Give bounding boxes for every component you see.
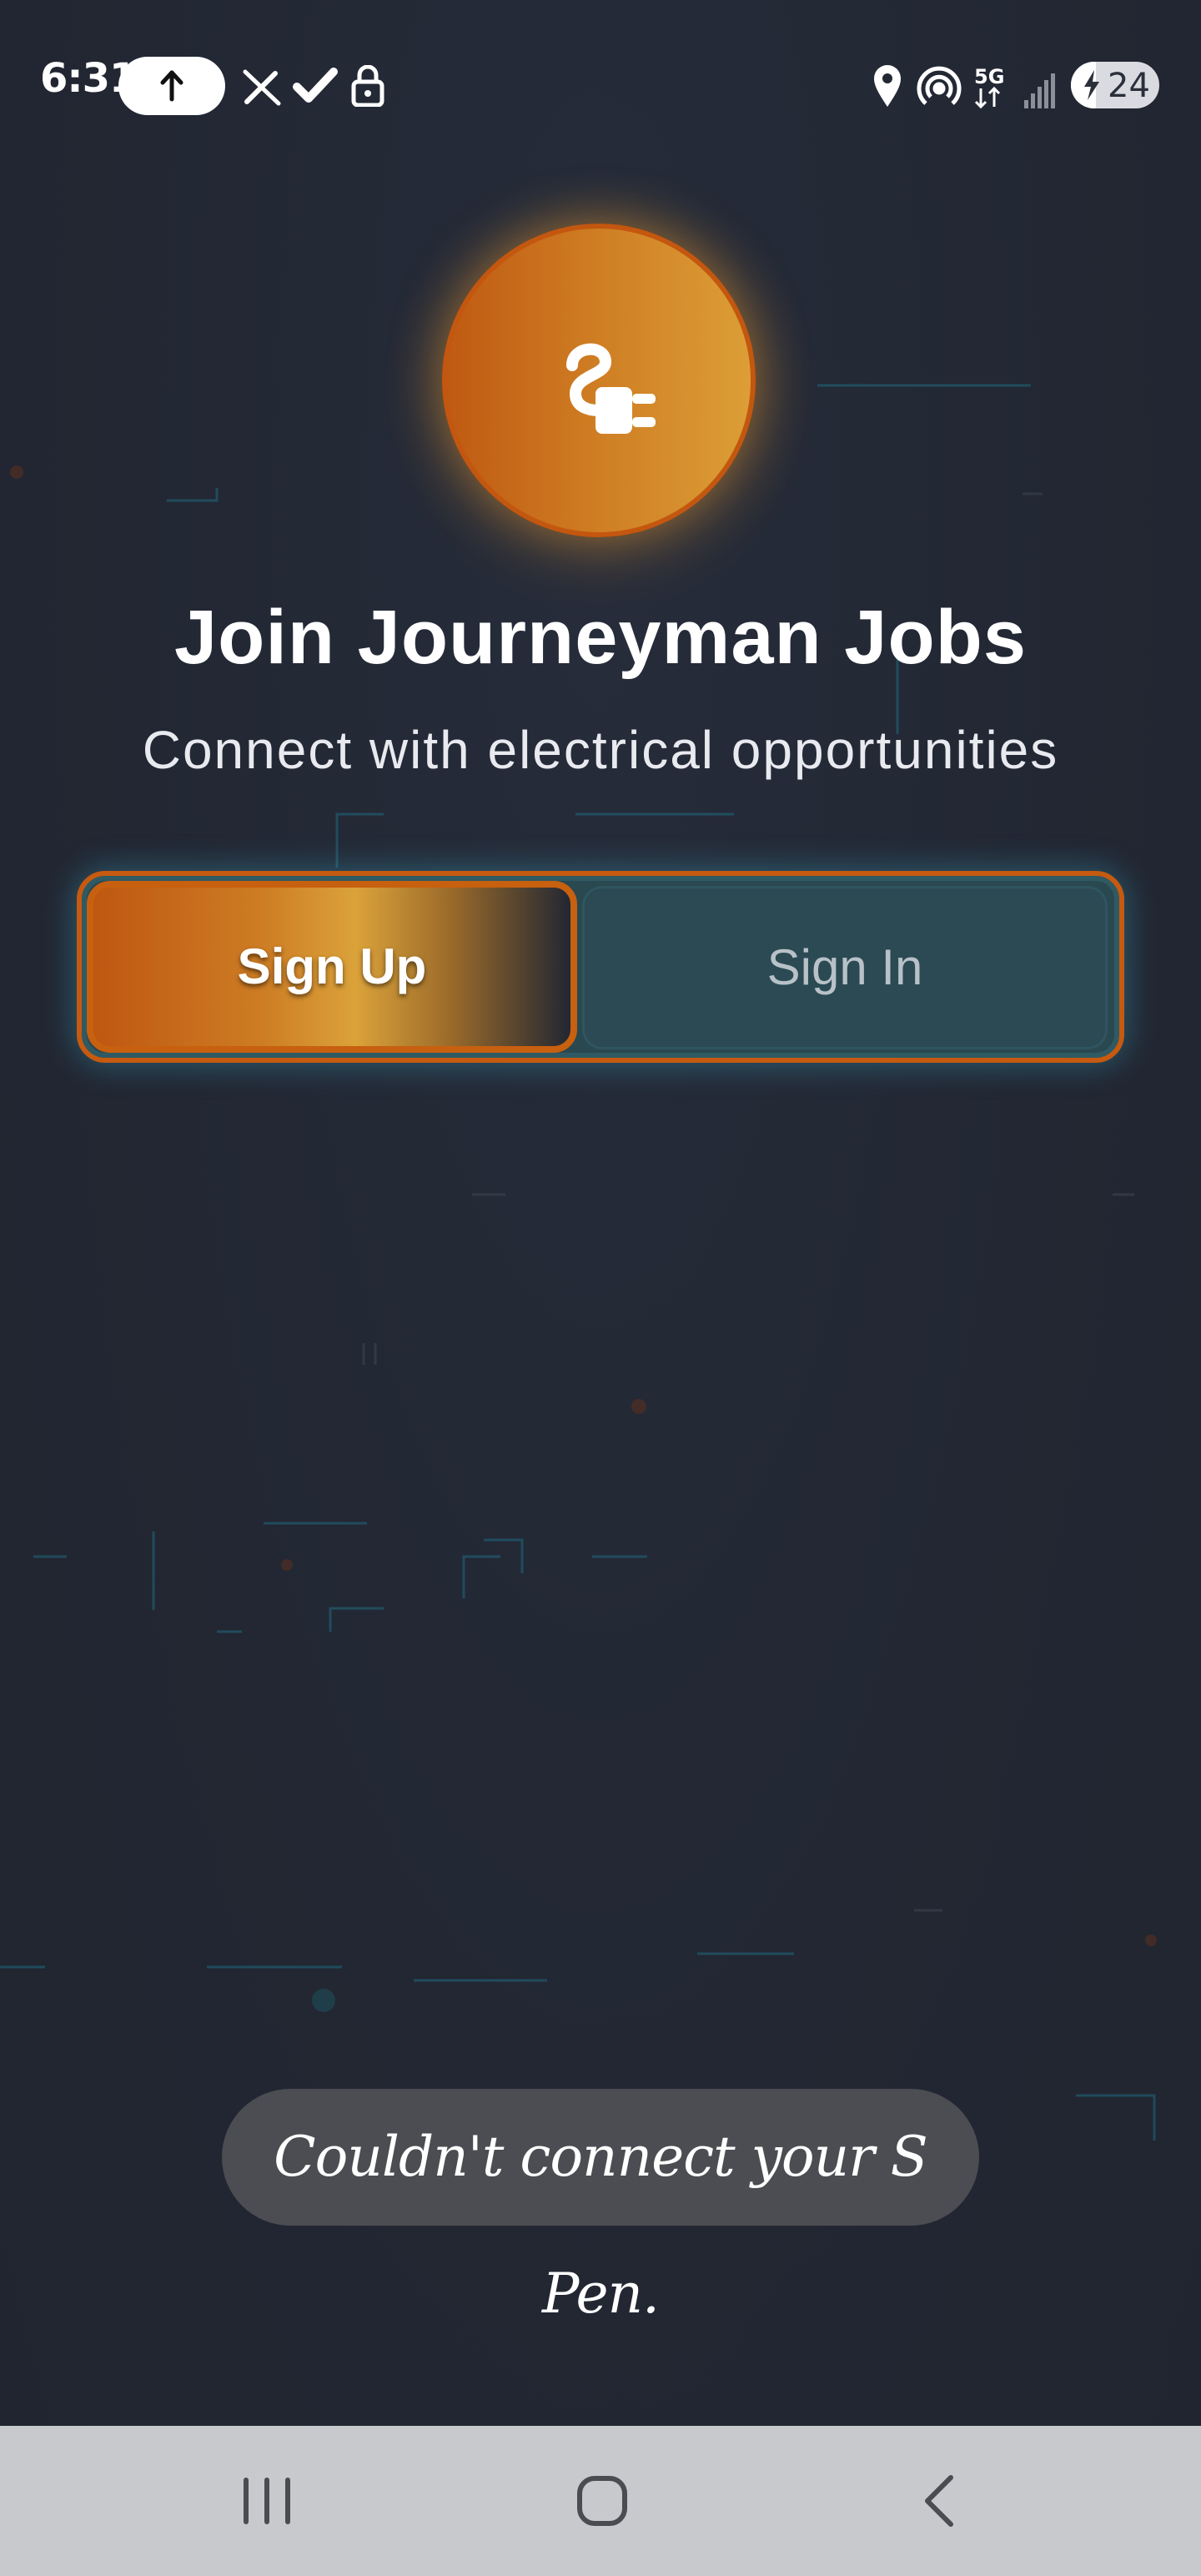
pen-off-icon [243,69,281,106]
hotspot-icon [917,66,962,105]
system-nav-bar [0,2426,1201,2576]
electric-plug-icon [566,343,656,434]
back-button[interactable] [856,2426,1023,2576]
recent-apps-icon [244,2478,290,2524]
page-title: Join Journeyman Jobs [173,595,1028,680]
auth-tabs: Sign Up Sign In [77,871,1124,1063]
app-logo [442,224,756,537]
home-button[interactable] [519,2426,686,2576]
back-icon [925,2475,953,2527]
home-icon [577,2476,627,2526]
battery-charging-icon [1084,70,1099,100]
tab-sign-in[interactable]: Sign In [582,886,1108,1049]
svg-text:5G: 5G [974,65,1004,88]
status-icons-left [242,64,400,111]
tab-sign-up[interactable]: Sign Up [87,881,577,1053]
signal-icon [1024,73,1055,108]
upload-icon [160,70,183,102]
battery-indicator: 24 [1071,62,1159,108]
tab-sign-in-label: Sign In [766,939,923,995]
tab-sign-up-label: Sign Up [237,938,427,994]
upload-indicator [118,57,225,115]
toast-message: Couldn't connect your S Pen. [274,2125,928,2326]
app-screen: 6:31 5G 24 Join Journeyman Jobs Connect … [0,0,1201,2576]
battery-level: 24 [1108,67,1150,105]
5g-icon: 5G [974,65,1004,109]
check-icon [293,68,338,103]
status-icons-right: 5G [867,58,1068,116]
location-icon [874,65,901,107]
lock-icon [351,64,384,108]
page-subtitle: Connect with electrical opportunities [142,720,1059,780]
recent-apps-button[interactable] [183,2426,350,2576]
toast-notification: Couldn't connect your S Pen. [222,2089,979,2326]
